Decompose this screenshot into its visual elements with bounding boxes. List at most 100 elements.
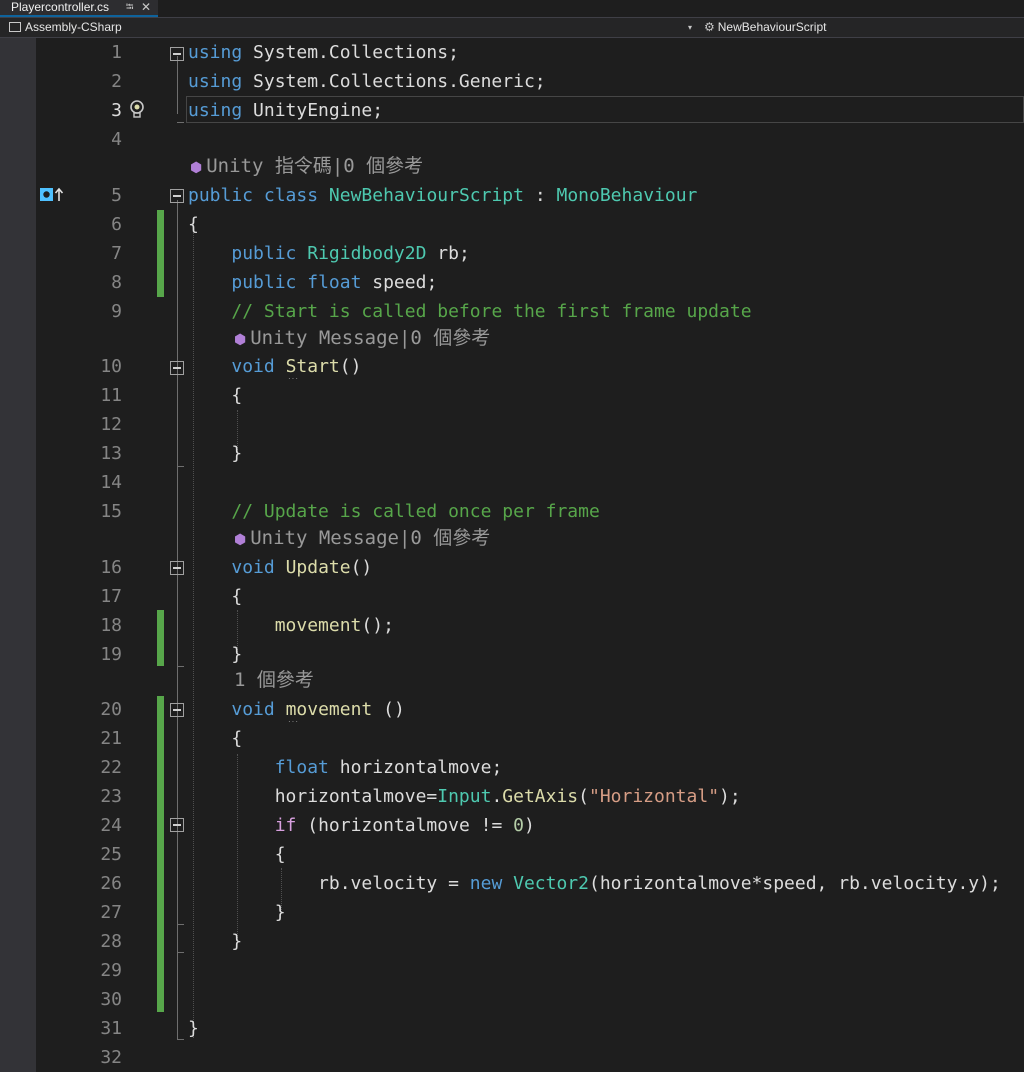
code-line[interactable]: 12 (36, 410, 1024, 439)
code-line[interactable]: 6{ (36, 210, 1024, 239)
document-tab-bar: Playercontroller.cs ⭾ ✕ (0, 0, 1024, 18)
code-line[interactable]: 9 // Start is called before the first fr… (36, 297, 1024, 326)
code-token: } (188, 443, 243, 464)
unity-cube-icon: ⬢ (190, 160, 203, 176)
code-token: (horizontalmove != (296, 815, 514, 836)
code-token: public (231, 243, 297, 264)
code-token: ( (578, 786, 589, 807)
code-text: { (188, 210, 199, 239)
line-number: 24 (100, 815, 122, 836)
code-text: void Update() (188, 553, 372, 582)
pin-icon[interactable]: ⭾ (126, 0, 134, 15)
code-token: } (188, 1018, 199, 1039)
code-editor[interactable]: ⬢ Unity 指令碼|0 個參考 ⬢ Unity Message|0 個參考 ⬢ U… (36, 38, 1024, 1072)
codelens-start[interactable]: ⬢ Unity Message|0 個參考 (234, 325, 490, 351)
code-token: public (188, 185, 254, 206)
code-line[interactable]: 18 movement(); (36, 611, 1024, 640)
code-token: () (350, 557, 373, 578)
code-line[interactable]: 31} (36, 1014, 1024, 1043)
code-token: } (188, 902, 286, 923)
line-number: 11 (100, 385, 122, 406)
code-token: rb; (426, 243, 470, 264)
close-icon[interactable]: ✕ (141, 0, 151, 15)
line-number: 25 (100, 844, 122, 865)
project-icon (9, 22, 21, 32)
code-line[interactable]: 32 (36, 1043, 1024, 1072)
code-line[interactable]: 1 using System.Collections; (36, 38, 1024, 67)
code-line[interactable]: 2 using System.Collections.Generic; (36, 67, 1024, 96)
project-dropdown[interactable]: Assembly-CSharp (9, 18, 122, 37)
code-line[interactable]: 27 } (36, 898, 1024, 927)
code-text: } (188, 927, 242, 956)
code-line[interactable]: 25 { (36, 840, 1024, 869)
code-line[interactable]: 11 { (36, 381, 1024, 410)
line-number: 14 (100, 472, 122, 493)
code-line[interactable]: 7 public Rigidbody2D rb; (36, 239, 1024, 268)
code-line[interactable]: 14 (36, 468, 1024, 497)
code-text: rb.velocity = new Vector2(horizontalmove… (188, 869, 1001, 898)
line-number: 23 (100, 786, 122, 807)
code-line[interactable]: 13 } (36, 439, 1024, 468)
code-line[interactable]: 5 public class NewBehaviourScript : MonoB… (36, 181, 1024, 210)
line-number: 9 (111, 301, 122, 322)
chevron-down-icon[interactable]: ▾ (688, 18, 692, 37)
line-number: 22 (100, 757, 122, 778)
code-line[interactable]: 30 (36, 985, 1024, 1014)
code-text: { (188, 582, 242, 611)
code-text: } (188, 640, 242, 669)
code-line[interactable]: 26 rb.velocity = new Vector2(horizontalm… (36, 869, 1024, 898)
code-text: using System.Collections.Generic; (188, 67, 546, 96)
code-line[interactable]: 16 void Update() (36, 553, 1024, 582)
code-token: } (188, 644, 243, 665)
code-line[interactable]: 24 if (horizontalmove != 0) (36, 811, 1024, 840)
line-number: 10 (100, 356, 122, 377)
code-line[interactable]: 3 using UnityEngine; (36, 96, 1024, 125)
code-line[interactable]: 28 } (36, 927, 1024, 956)
code-line[interactable]: 4 (36, 125, 1024, 154)
code-token: { (188, 214, 199, 235)
code-text: { (188, 381, 242, 410)
code-token: Update (285, 557, 351, 578)
line-number: 2 (111, 71, 122, 92)
code-text: void movement () (188, 695, 404, 724)
code-line[interactable]: 19 } (36, 640, 1024, 669)
code-line[interactable]: 17 { (36, 582, 1024, 611)
codelens-movement[interactable]: 1 個參考 (234, 667, 314, 693)
line-number: 3 (111, 100, 122, 121)
code-token: UnityEngine; (242, 100, 384, 121)
code-token: 0 (513, 815, 524, 836)
code-text: { (188, 724, 242, 753)
code-text: horizontalmove=Input.GetAxis("Horizontal… (188, 782, 741, 811)
code-text: } (188, 439, 242, 468)
code-line[interactable]: 22 float horizontalmove; (36, 753, 1024, 782)
line-number: 19 (100, 644, 122, 665)
code-token: Start (285, 356, 340, 377)
code-line[interactable]: 29 (36, 956, 1024, 985)
code-line[interactable]: 10 void Start() (36, 352, 1024, 381)
tab-playercontroller[interactable]: Playercontroller.cs ⭾ ✕ (0, 0, 158, 17)
codelens-update[interactable]: ⬢ Unity Message|0 個參考 (234, 525, 490, 551)
code-line[interactable]: 23 horizontalmove=Input.GetAxis("Horizon… (36, 782, 1024, 811)
code-line[interactable]: 21 { (36, 724, 1024, 753)
type-dropdown[interactable]: ⚙ NewBehaviourScript (704, 18, 826, 37)
line-number: 21 (100, 728, 122, 749)
codelens-class[interactable]: ⬢ Unity 指令碼|0 個參考 (190, 153, 423, 179)
code-token: movement (274, 615, 362, 636)
code-text: float horizontalmove; (188, 753, 503, 782)
code-line[interactable]: 20 void movement () (36, 695, 1024, 724)
code-token: void (231, 557, 275, 578)
line-number: 29 (100, 960, 122, 981)
code-token: // Update is called once per frame (231, 501, 600, 522)
code-token: (horizontalmove*speed, rb.velocity.y); (588, 873, 1001, 894)
code-line[interactable]: 8 public float speed; (36, 268, 1024, 297)
code-line[interactable]: 15 // Update is called once per frame (36, 497, 1024, 526)
